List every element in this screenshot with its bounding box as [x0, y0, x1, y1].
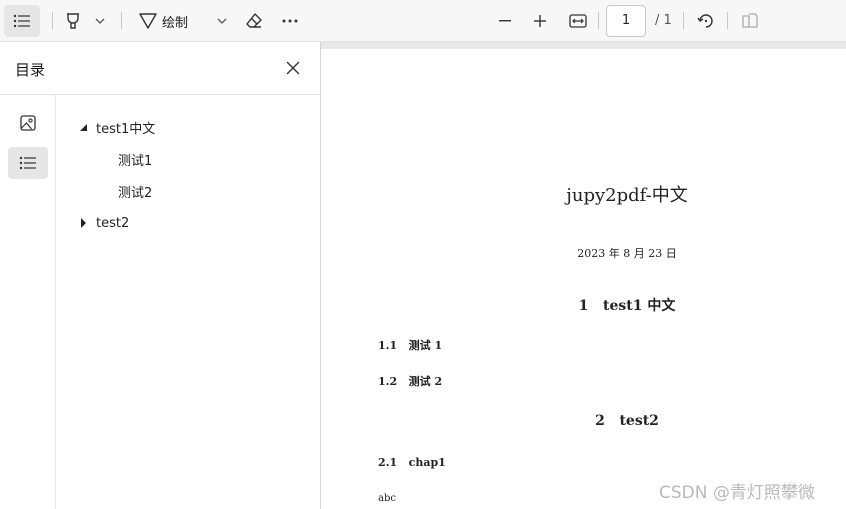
section-title: test1 中文 [603, 298, 676, 314]
document-viewer[interactable]: jupy2pdf-中文 2023 年 8 月 23 日 1 test1 中文 1… [321, 42, 846, 509]
rotate-icon[interactable] [694, 5, 718, 37]
draw-options-chevron-icon[interactable] [214, 5, 230, 37]
tree-item-test1-2[interactable]: 测试2 [118, 181, 152, 201]
fit-width-icon[interactable] [566, 5, 590, 37]
eraser-icon[interactable] [242, 5, 266, 37]
toolbar-divider [121, 12, 122, 29]
tree-item-label: 测试2 [118, 185, 153, 201]
toolbar-divider [52, 12, 53, 29]
document-date: 2023 年 8 月 23 日 [577, 247, 677, 260]
toolbar-divider [683, 12, 684, 29]
page-gutter [321, 42, 846, 49]
section-title: test2 [619, 413, 659, 429]
tree-item-label: 测试1 [118, 153, 153, 169]
subsection-number: 1.2 [378, 375, 398, 388]
section-number: 1 [578, 298, 589, 314]
page-view-icon[interactable] [738, 5, 762, 37]
close-icon[interactable] [282, 57, 304, 79]
zoom-out-icon[interactable] [494, 5, 516, 37]
toc-list-icon[interactable] [4, 5, 40, 37]
tree-item-test1-1[interactable]: 测试1 [118, 149, 152, 169]
draw-button[interactable]: 绘制 [138, 5, 202, 37]
subsection-title: 测试 2 [408, 375, 443, 388]
caret-collapsed-icon[interactable] [78, 218, 88, 228]
tree-item-label: test2 [96, 215, 130, 231]
thumbnail-icon[interactable] [8, 107, 48, 139]
document-title: jupy2pdf-中文 [566, 185, 688, 206]
highlight-icon[interactable] [62, 5, 84, 37]
subsection-number: 2.1 [378, 456, 398, 469]
toolbar-divider [598, 12, 599, 29]
draw-label: 绘制 [162, 15, 189, 31]
section-heading: 1 test1 中文 [321, 295, 846, 315]
subsection-heading: 1.1 测试 1 [378, 337, 442, 353]
tree-item-test2[interactable]: test2 [78, 213, 129, 233]
zoom-in-icon[interactable] [529, 5, 551, 37]
section-heading: 2 test2 [321, 413, 846, 429]
subsection-heading: 2.1 chap1 [378, 456, 446, 469]
page-total: / 1 [655, 13, 672, 28]
toc-sidebar: 目录 test1中文 测试1 测试2 test2 [0, 42, 321, 509]
outline-list-icon[interactable] [8, 147, 48, 179]
subsection-number: 1.1 [378, 339, 398, 352]
body-text: abc [378, 493, 396, 504]
highlight-options-chevron-icon[interactable] [92, 5, 108, 37]
caret-expanded-icon[interactable] [78, 122, 88, 132]
tree-item-test1[interactable]: test1中文 [78, 117, 155, 137]
sidebar-header: 目录 [0, 42, 320, 95]
toolbar-divider [727, 12, 728, 29]
more-icon[interactable] [278, 5, 302, 37]
page-number-input[interactable]: 1 [606, 5, 646, 37]
sidebar-title: 目录 [15, 61, 46, 79]
tree-item-label: test1中文 [96, 121, 156, 137]
watermark: CSDN @青灯照攀微 [659, 483, 815, 503]
section-number: 2 [595, 413, 605, 429]
subsection-title: chap1 [408, 456, 446, 469]
subsection-title: 测试 1 [408, 339, 443, 352]
sidebar-rail [0, 95, 56, 509]
draw-icon [138, 12, 158, 30]
subsection-heading: 1.2 测试 2 [378, 373, 442, 389]
toolbar: 绘制 1 / 1 [0, 0, 846, 42]
